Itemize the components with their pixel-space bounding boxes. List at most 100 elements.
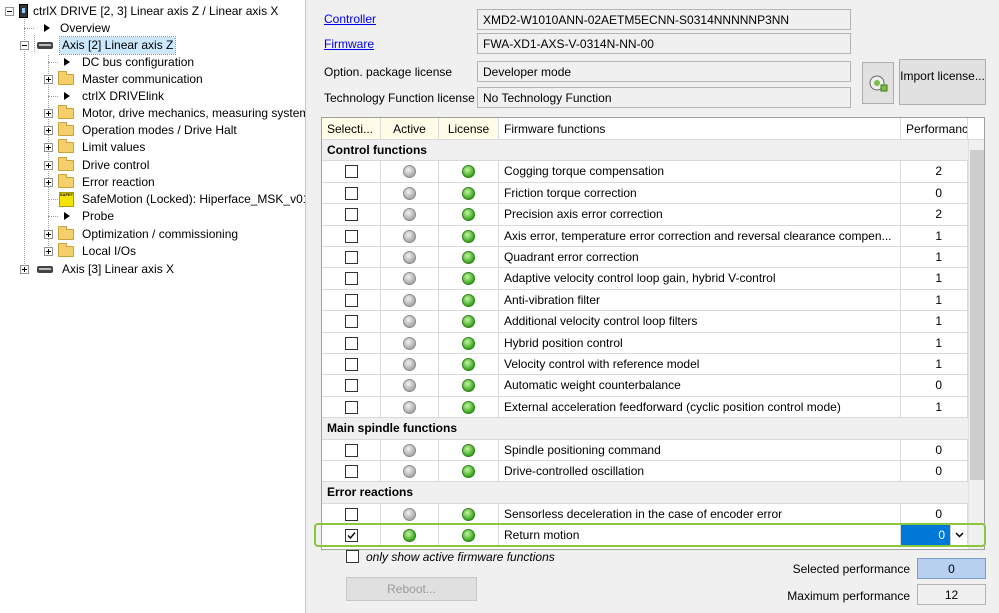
folder-icon	[58, 71, 74, 85]
firmware-functions-grid[interactable]: Selecti... Active License Firmware funct…	[321, 117, 985, 550]
expand-icon[interactable]	[44, 161, 53, 170]
folder-icon	[58, 174, 74, 188]
select-checkbox[interactable]	[345, 465, 358, 478]
navigation-tree[interactable]: ctrlX DRIVE [2, 3] Linear axis Z / Linea…	[0, 0, 306, 613]
scrollbar-thumb[interactable]	[970, 150, 984, 480]
table-row[interactable]: Cogging torque compensation 2	[322, 161, 968, 183]
license-check-button[interactable]	[862, 62, 894, 104]
header-selection[interactable]: Selecti...	[322, 118, 381, 140]
import-license-button[interactable]: Import license...	[899, 59, 986, 105]
table-row[interactable]: Precision axis error correction 2	[322, 204, 968, 226]
expand-icon[interactable]	[44, 143, 53, 152]
tree-item-probe[interactable]: Probe	[44, 208, 304, 225]
folder-icon	[58, 157, 74, 171]
select-checkbox[interactable]	[345, 400, 358, 414]
performance-cell: 0	[901, 439, 968, 460]
expand-icon[interactable]	[20, 265, 29, 274]
expand-icon[interactable]	[44, 109, 53, 118]
vertical-scrollbar[interactable]	[968, 140, 984, 549]
table-row[interactable]: External acceleration feedforward (cycli…	[322, 396, 968, 419]
table-row[interactable]: Quadrant error correction 1	[322, 247, 968, 269]
active-status-led-icon	[403, 293, 416, 307]
tree-item-drive-control[interactable]: Drive control	[44, 157, 304, 174]
firmware-link[interactable]: Firmware	[324, 37, 374, 51]
performance-cell: 2	[901, 161, 968, 182]
tree-item-optimization-commissioning[interactable]: Optimization / commissioning	[44, 226, 304, 243]
header-license[interactable]: License	[439, 118, 499, 140]
tree-item-operation-modes[interactable]: Operation modes / Drive Halt	[44, 122, 304, 139]
expand-icon[interactable]	[44, 126, 53, 135]
select-checkbox[interactable]	[345, 315, 358, 329]
group-header: Main spindle functions	[322, 418, 968, 440]
table-row[interactable]: Drive-controlled oscillation 0	[322, 461, 968, 483]
expand-icon[interactable]	[44, 247, 53, 256]
active-status-led-icon	[403, 400, 416, 414]
performance-value: 0	[935, 378, 942, 393]
tree-root-node[interactable]: ctrlX DRIVE [2, 3] Linear axis Z / Linea…	[5, 3, 305, 20]
performance-cell: 0	[901, 461, 968, 482]
drive-icon	[19, 4, 28, 18]
table-row[interactable]: Automatic weight counterbalance 0	[322, 375, 968, 397]
expand-icon[interactable]	[44, 230, 53, 239]
table-row[interactable]: Axis error, temperature error correction…	[322, 225, 968, 247]
option-license-field[interactable]: Developer mode	[477, 61, 851, 82]
select-checkbox[interactable]	[345, 336, 358, 350]
expand-icon[interactable]	[44, 75, 53, 84]
select-checkbox[interactable]	[345, 186, 358, 200]
reboot-button[interactable]: Reboot...	[346, 577, 477, 601]
controller-link[interactable]: Controller	[324, 12, 376, 26]
select-checkbox[interactable]	[345, 358, 358, 371]
tree-item-error-reaction[interactable]: Error reaction	[44, 174, 304, 191]
select-checkbox[interactable]	[345, 272, 358, 286]
table-row[interactable]: Adaptive velocity control loop gain, hyb…	[322, 268, 968, 290]
only-active-checkbox[interactable]	[346, 550, 359, 563]
performance-cell: 1	[901, 396, 968, 418]
tree-item-limit-values[interactable]: Limit values	[44, 139, 304, 156]
table-row[interactable]: Sensorless deceleration in the case of e…	[322, 503, 968, 526]
table-row[interactable]: Hybrid position control 1	[322, 332, 968, 354]
option-license-label: Option. package license	[324, 65, 453, 79]
table-row[interactable]: Spindle positioning command 0	[322, 439, 968, 461]
tree-item-motor-drive-mechanics[interactable]: Motor, drive mechanics, measuring system…	[44, 105, 305, 122]
tree-item-ctrlx-drivelink[interactable]: ctrlX DRIVElink	[44, 88, 304, 105]
select-checkbox[interactable]	[345, 229, 358, 243]
function-name: Automatic weight counterbalance	[499, 375, 901, 396]
tree-item-safemotion[interactable]: SAFETY BY RADIOSafeMotion (Locked): Hipe…	[44, 191, 305, 208]
active-status-led-icon	[403, 379, 416, 393]
select-checkbox[interactable]	[345, 208, 358, 222]
active-status-led-icon	[403, 465, 416, 478]
collapse-icon[interactable]	[5, 7, 14, 16]
license-status-led-icon	[462, 293, 475, 307]
select-checkbox[interactable]	[345, 507, 358, 521]
tech-license-field[interactable]: No Technology Function	[477, 87, 851, 108]
select-checkbox[interactable]	[345, 379, 358, 393]
table-row[interactable]: Anti-vibration filter 1	[322, 289, 968, 312]
select-checkbox[interactable]	[345, 251, 358, 264]
tree-item-axis-3[interactable]: Axis [3] Linear axis X	[20, 261, 280, 278]
tree-item-local-ios[interactable]: Local I/Os	[44, 243, 304, 260]
firmware-field[interactable]: FWA-XD1-AXS-V-0314N-NN-00	[477, 33, 851, 54]
performance-value: 0	[935, 464, 942, 478]
collapse-icon[interactable]	[20, 41, 29, 50]
arrow-icon	[44, 24, 50, 32]
select-checkbox[interactable]	[345, 165, 358, 179]
expand-icon[interactable]	[44, 178, 53, 187]
performance-cell: 1	[901, 268, 968, 289]
active-status-led-icon	[403, 507, 416, 521]
header-firmware-functions[interactable]: Firmware functions	[499, 118, 901, 140]
function-name: Friction torque correction	[499, 182, 901, 204]
active-status-led-icon	[403, 186, 416, 200]
header-performance[interactable]: Performanc	[901, 118, 968, 140]
tree-item-dc-bus-configuration[interactable]: DC bus configuration	[44, 54, 304, 71]
table-row[interactable]: Velocity control with reference model 1	[322, 354, 968, 376]
header-active[interactable]: Active	[381, 118, 439, 140]
table-row[interactable]: Additional velocity control loop filters…	[322, 311, 968, 333]
controller-field[interactable]: XMD2-W1010ANN-02AETM5ECNN-S0314NNNNNP3NN	[477, 9, 851, 30]
performance-value: 2	[935, 164, 942, 179]
tree-item-master-communication[interactable]: Master communication	[44, 71, 304, 88]
select-checkbox[interactable]	[345, 443, 358, 457]
arrow-icon	[64, 212, 70, 220]
table-row[interactable]: Friction torque correction 0	[322, 182, 968, 205]
tree-item-axis-2[interactable]: Axis [2] Linear axis Z	[20, 36, 280, 55]
select-checkbox[interactable]	[345, 293, 358, 307]
